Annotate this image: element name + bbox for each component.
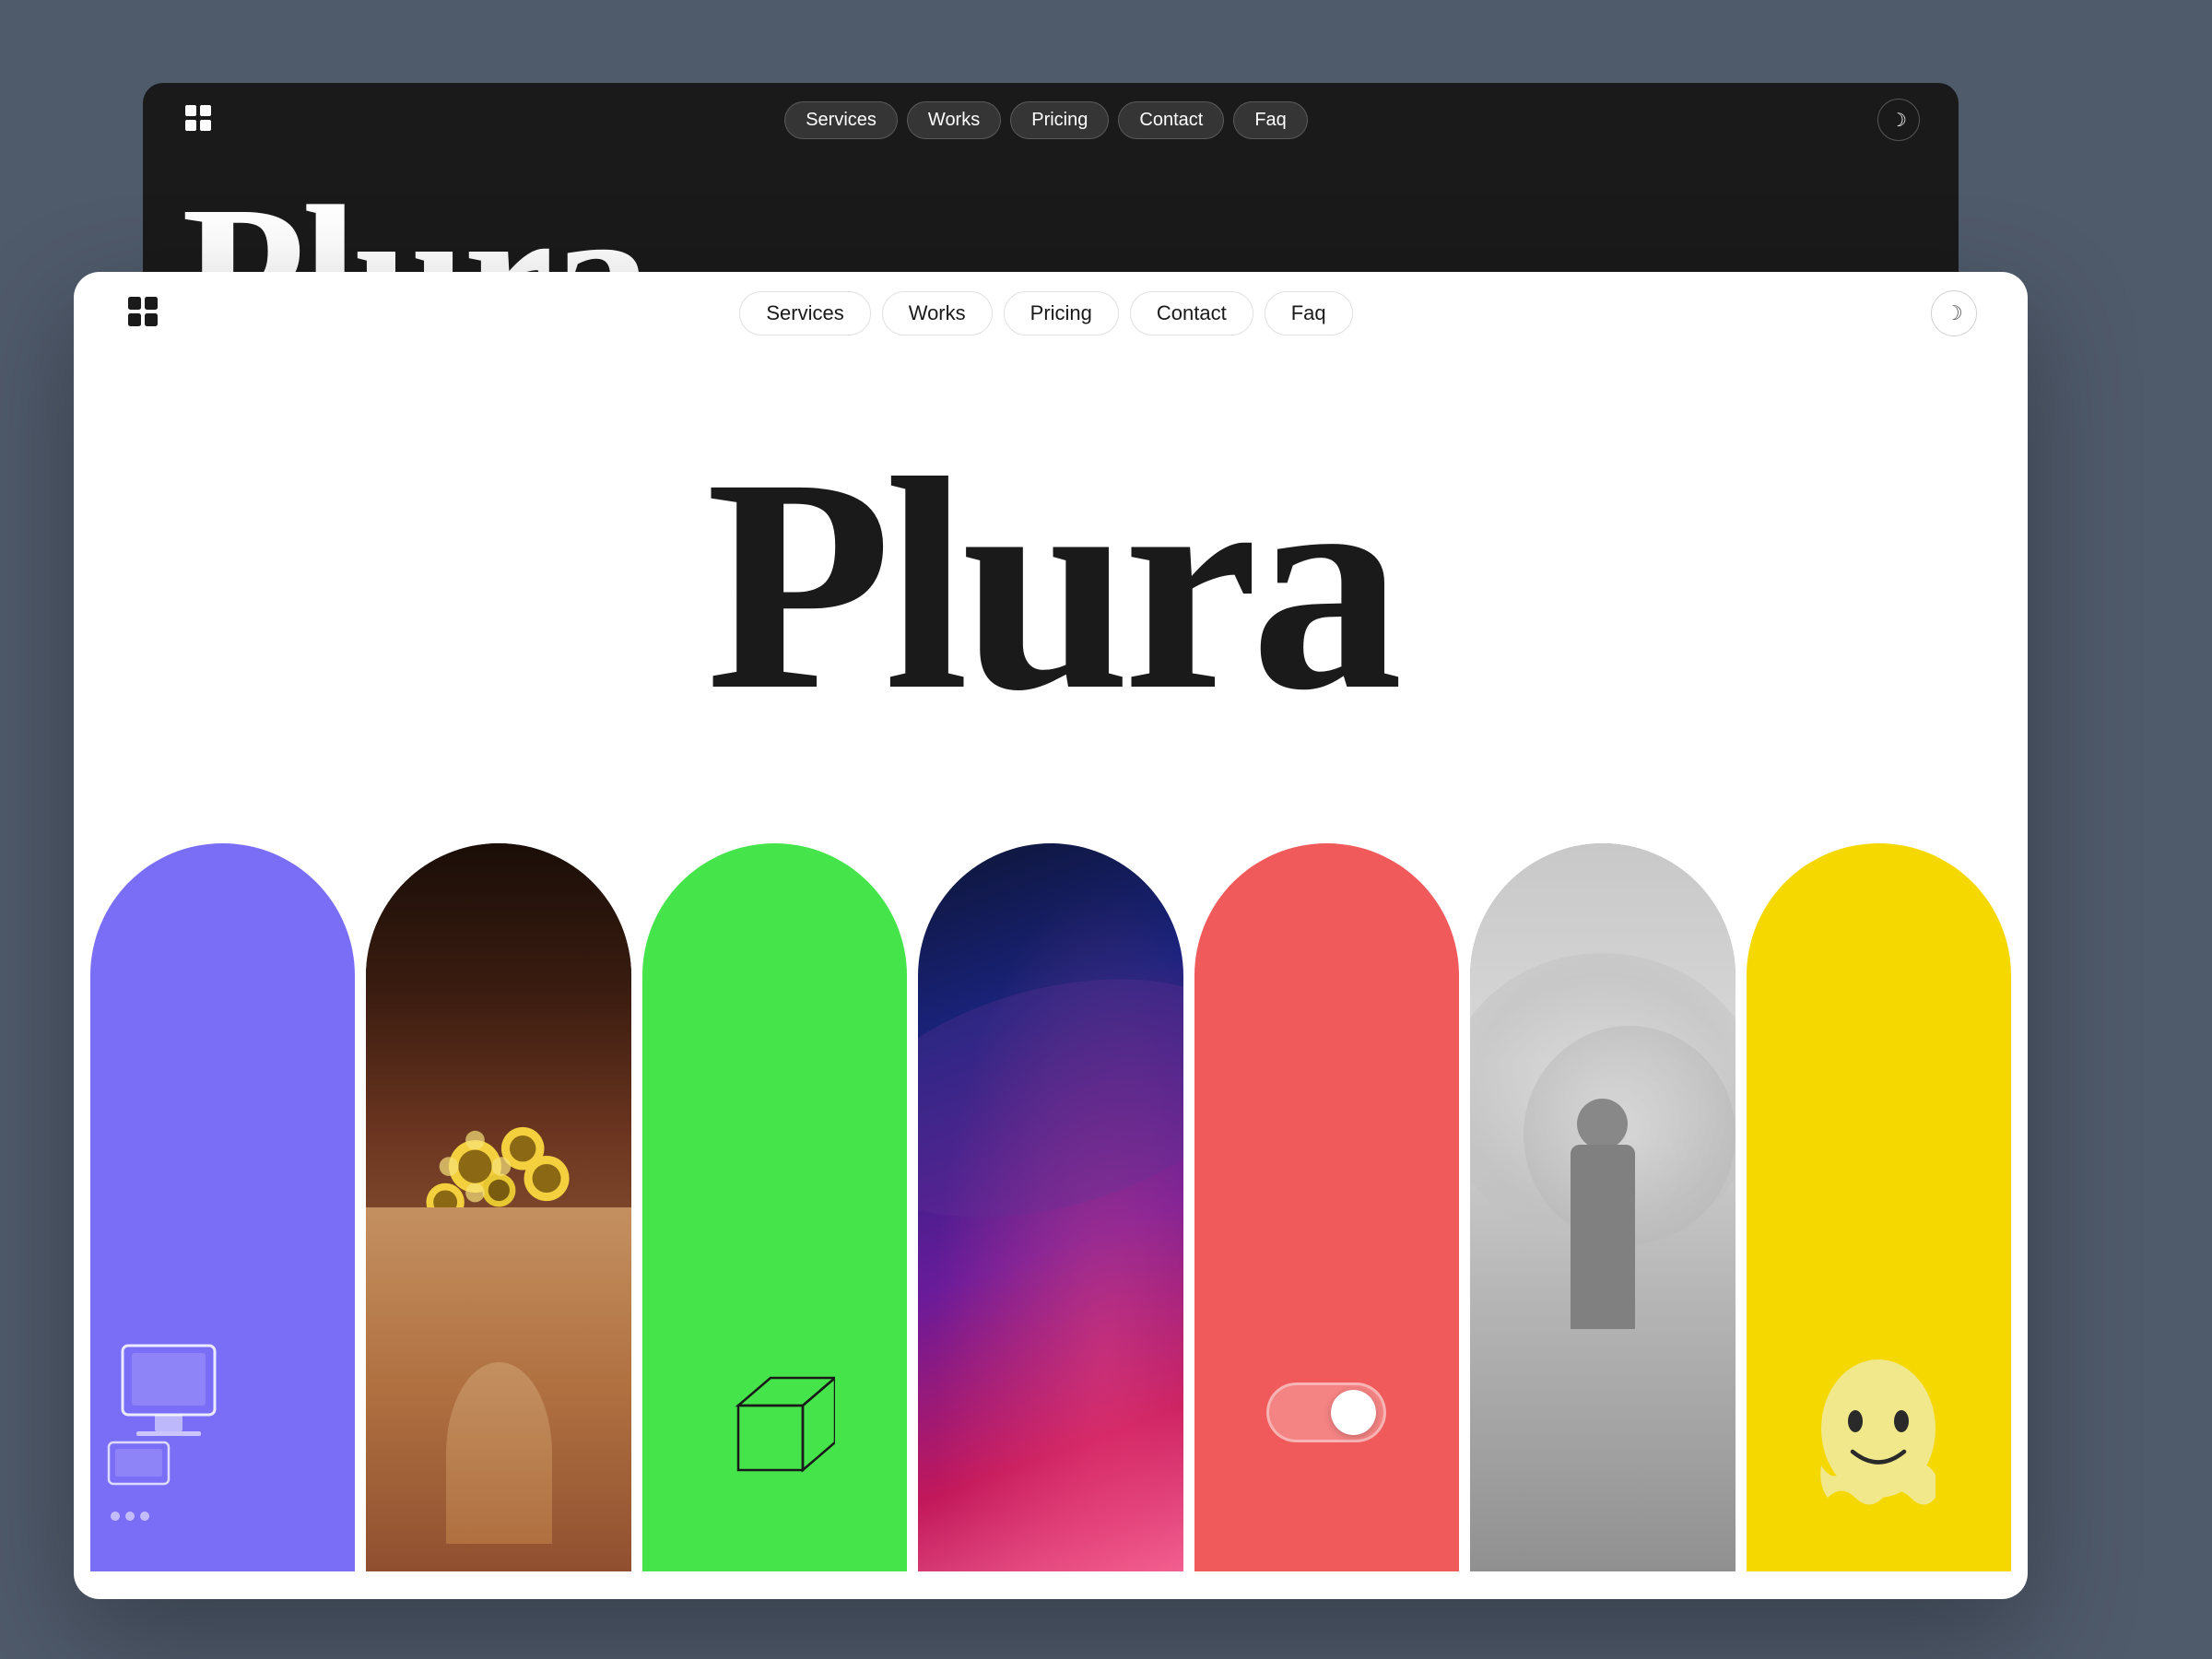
dark-nav-services[interactable]: Services	[784, 101, 898, 139]
cube-illustration	[715, 1364, 835, 1488]
white-nav-services[interactable]: Services	[739, 291, 870, 335]
device-illustration	[104, 1336, 233, 1498]
arch-panel-coral	[1194, 843, 1459, 1571]
arch-panel-dark-gradient	[918, 843, 1182, 1571]
arch-panel-yellow	[1747, 843, 2011, 1571]
white-nav-contact[interactable]: Contact	[1130, 291, 1253, 335]
arch-panel-flower	[366, 843, 630, 1571]
arch-panel-bw	[1470, 843, 1735, 1571]
dark-nav: Services Works Pricing Contact Faq	[784, 101, 1308, 139]
arch-panels-section	[74, 806, 2028, 1571]
smiley-illustration	[1805, 1355, 1952, 1525]
hero-section: Plura	[74, 355, 2028, 797]
white-card: Services Works Pricing Contact Faq ☽ Plu…	[74, 272, 2028, 1599]
white-nav-faq[interactable]: Faq	[1265, 291, 1353, 335]
dark-nav-works[interactable]: Works	[907, 101, 1001, 139]
white-navbar: Services Works Pricing Contact Faq ☽	[74, 272, 2028, 355]
white-nav-pricing[interactable]: Pricing	[1004, 291, 1119, 335]
arch-panel-purple	[90, 843, 355, 1571]
dark-nav-pricing[interactable]: Pricing	[1010, 101, 1109, 139]
white-nav-works[interactable]: Works	[882, 291, 993, 335]
dark-logo[interactable]	[182, 101, 215, 139]
dark-theme-toggle[interactable]: ☽	[1877, 99, 1920, 141]
white-theme-toggle[interactable]: ☽	[1931, 290, 1977, 336]
dark-nav-faq[interactable]: Faq	[1233, 101, 1307, 139]
dark-moon-icon: ☽	[1890, 109, 1907, 132]
person-silhouette	[1561, 1099, 1644, 1572]
dot-row	[111, 1512, 149, 1521]
toggle-switch[interactable]	[1266, 1382, 1386, 1442]
bw-photo-bg	[1470, 843, 1735, 1571]
flower-bg	[366, 843, 630, 1571]
white-moon-icon: ☽	[1945, 301, 1963, 325]
toggle-knob	[1331, 1390, 1376, 1435]
dark-navbar: Services Works Pricing Contact Faq ☽	[143, 83, 1959, 157]
white-logo[interactable]	[124, 293, 161, 335]
hero-title: Plura	[706, 441, 1395, 730]
white-nav: Services Works Pricing Contact Faq	[739, 291, 1352, 335]
dark-nav-contact[interactable]: Contact	[1118, 101, 1224, 139]
hand-shape	[446, 1362, 552, 1545]
arch-panel-green	[642, 843, 907, 1571]
